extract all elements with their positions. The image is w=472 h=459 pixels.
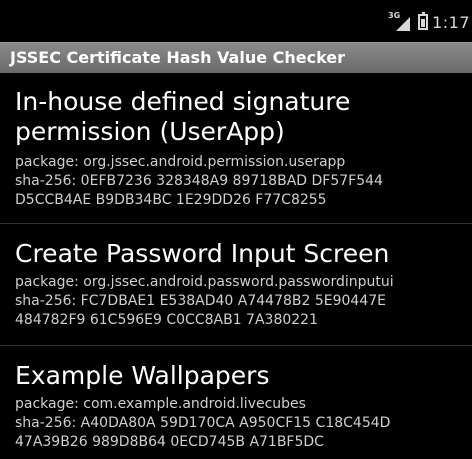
item-title: Example Wallpapers	[15, 361, 270, 390]
app-title: JSSEC Certificate Hash Value Checker	[10, 48, 346, 67]
list-item[interactable]: Create Password Input Screen package: or…	[0, 224, 472, 346]
app-title-bar: JSSEC Certificate Hash Value Checker	[0, 42, 472, 73]
phone-screen: 3G 1:17 JSSEC Certificate Hash Value Che…	[0, 0, 472, 459]
status-bar: 3G 1:17	[0, 8, 472, 36]
item-detail: package: com.example.android.livecubes s…	[15, 396, 391, 450]
status-icons: 3G 1:17	[386, 11, 472, 33]
item-detail: package: org.jssec.android.password.pass…	[15, 274, 394, 328]
item-title: Create Password Input Screen	[15, 239, 390, 268]
signal-bars-icon	[396, 17, 411, 31]
status-clock: 1:17	[432, 12, 470, 32]
list-item[interactable]: In-house defined signature permission (U…	[0, 72, 472, 224]
signal-icon: 3G	[386, 11, 411, 33]
item-title: In-house defined signature permission (U…	[15, 87, 351, 146]
list-item[interactable]: Example Wallpapers package: com.example.…	[0, 346, 472, 459]
package-list: In-house defined signature permission (U…	[0, 72, 472, 459]
battery-icon	[418, 12, 429, 30]
item-detail: package: org.jssec.android.permission.us…	[15, 154, 383, 208]
